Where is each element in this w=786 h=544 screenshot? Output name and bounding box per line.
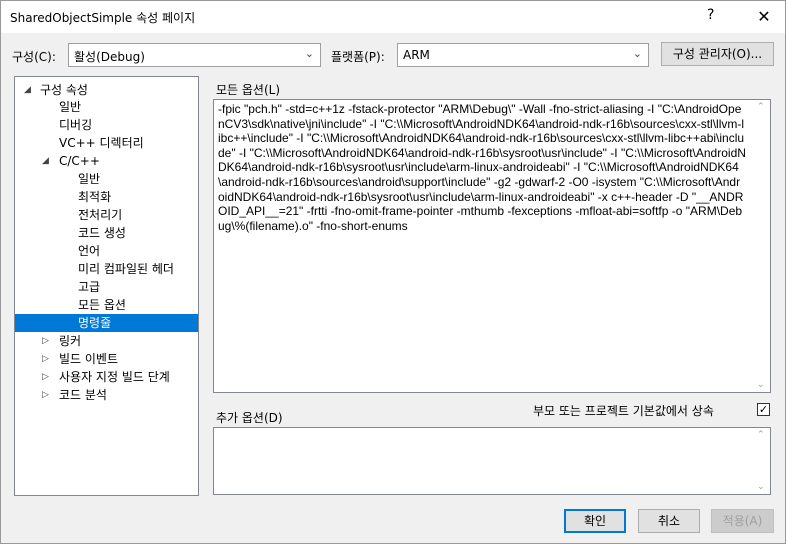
config-select[interactable]: 활성(Debug) ⌄ [68,43,321,67]
tree-item-label: 고급 [78,280,101,294]
additional-options-textbox[interactable]: ⌃ ⌄ [213,427,771,495]
help-button[interactable]: ? [707,7,714,23]
tree-item-vc-directories[interactable]: VC++ 디렉터리 [15,134,198,152]
config-label: 구성(C): [12,50,56,64]
tree-item-precompiled-headers[interactable]: 미리 컴파일된 헤더 [15,260,198,278]
tree-item-label: 사용자 지정 빌드 단계 [59,370,170,384]
tree-item-label: 디버깅 [59,118,93,132]
tree-item-build-events[interactable]: ▷ 빌드 이벤트 [15,350,198,368]
expanded-triangle-icon[interactable]: ◢ [42,152,49,170]
tree-item-code-generation[interactable]: 코드 생성 [15,224,198,242]
command-line-text: -fpic "pch.h" -std=c++1z -fstack-protect… [218,102,746,233]
tree-item-label: 전처리기 [78,208,123,222]
platform-select[interactable]: ARM ⌄ [397,43,649,67]
vertical-scrollbar[interactable]: ⌃ ⌄ [754,100,770,392]
tree-item-label: 일반 [59,100,82,114]
tree-item-label: 최적화 [78,190,112,204]
tree-item-label: VC++ 디렉터리 [59,136,144,150]
tree-item-label: 모든 옵션 [78,298,126,312]
tree-item-label: 미리 컴파일된 헤더 [78,262,174,276]
tree-item-label: 빌드 이벤트 [59,352,119,366]
cancel-button[interactable]: 취소 [638,509,700,533]
scroll-up-icon[interactable]: ⌃ [757,102,765,112]
tree-item-code-analysis[interactable]: ▷ 코드 분석 [15,386,198,404]
chevron-down-icon: ⌄ [304,47,314,60]
all-options-textbox[interactable]: -fpic "pch.h" -std=c++1z -fstack-protect… [213,99,771,393]
tree-item-label: 코드 분석 [59,388,107,402]
window-title: SharedObjectSimple 속성 페이지 [10,11,196,25]
tree-item-custom-build-step[interactable]: ▷ 사용자 지정 빌드 단계 [15,368,198,386]
scroll-down-icon[interactable]: ⌄ [757,380,765,390]
tree-item-label: 구성 속성 [40,83,88,97]
scroll-down-icon[interactable]: ⌄ [757,482,765,492]
inherit-checkbox[interactable]: ✓ [757,403,770,416]
platform-label: 플랫폼(P): [331,50,385,64]
tree-item-linker[interactable]: ▷ 링커 [15,332,198,350]
expanded-triangle-icon[interactable]: ◢ [24,81,31,99]
tree-item-label: 언어 [78,244,101,258]
inherit-label: 부모 또는 프로젝트 기본값에서 상속 [533,404,714,418]
property-pages-dialog: SharedObjectSimple 속성 페이지 ? ✕ 구성(C): 활성(… [0,0,786,544]
collapsed-triangle-icon[interactable]: ▷ [42,386,49,404]
tree-item-preprocessor[interactable]: 전처리기 [15,206,198,224]
tree-item-advanced[interactable]: 고급 [15,278,198,296]
collapsed-triangle-icon[interactable]: ▷ [42,332,49,350]
collapsed-triangle-icon[interactable]: ▷ [42,368,49,386]
property-tree: ◢ 구성 속성 일반 디버깅 VC++ 디렉터리 ◢ C/C++ 일반 최적화 … [14,76,199,496]
ok-button[interactable]: 확인 [564,509,626,533]
tree-item-label: C/C++ [59,154,100,168]
chevron-down-icon: ⌄ [632,47,642,60]
scroll-up-icon[interactable]: ⌃ [757,430,765,440]
config-manager-button[interactable]: 구성 관리자(O)... [661,42,774,66]
tree-item-label: 일반 [78,172,101,186]
config-value: 활성(Debug) [74,50,145,64]
tree-item-config-props[interactable]: ◢ 구성 속성 [15,81,198,99]
collapsed-triangle-icon[interactable]: ▷ [42,350,49,368]
additional-options-label: 추가 옵션(D) [216,411,283,425]
tree-item-cpp[interactable]: ◢ C/C++ [15,152,198,170]
vertical-scrollbar[interactable]: ⌃ ⌄ [754,428,770,494]
tree-item-command-line[interactable]: 명령줄 [15,314,198,332]
close-button[interactable]: ✕ [751,5,777,29]
tree-item-optimization[interactable]: 최적화 [15,188,198,206]
tree-item-label: 명령줄 [78,316,112,330]
tree-item-all-options[interactable]: 모든 옵션 [15,296,198,314]
tree-item-label: 링커 [59,334,82,348]
tree-item-cpp-general[interactable]: 일반 [15,170,198,188]
tree-item-general[interactable]: 일반 [15,98,198,116]
title-bar: SharedObjectSimple 속성 페이지 ? ✕ [1,1,785,33]
tree-item-debugging[interactable]: 디버깅 [15,116,198,134]
tree-item-language[interactable]: 언어 [15,242,198,260]
tree-item-label: 코드 생성 [78,226,126,240]
platform-value: ARM [403,48,430,62]
all-options-label: 모든 옵션(L) [216,83,281,97]
apply-button[interactable]: 적용(A) [711,509,774,533]
